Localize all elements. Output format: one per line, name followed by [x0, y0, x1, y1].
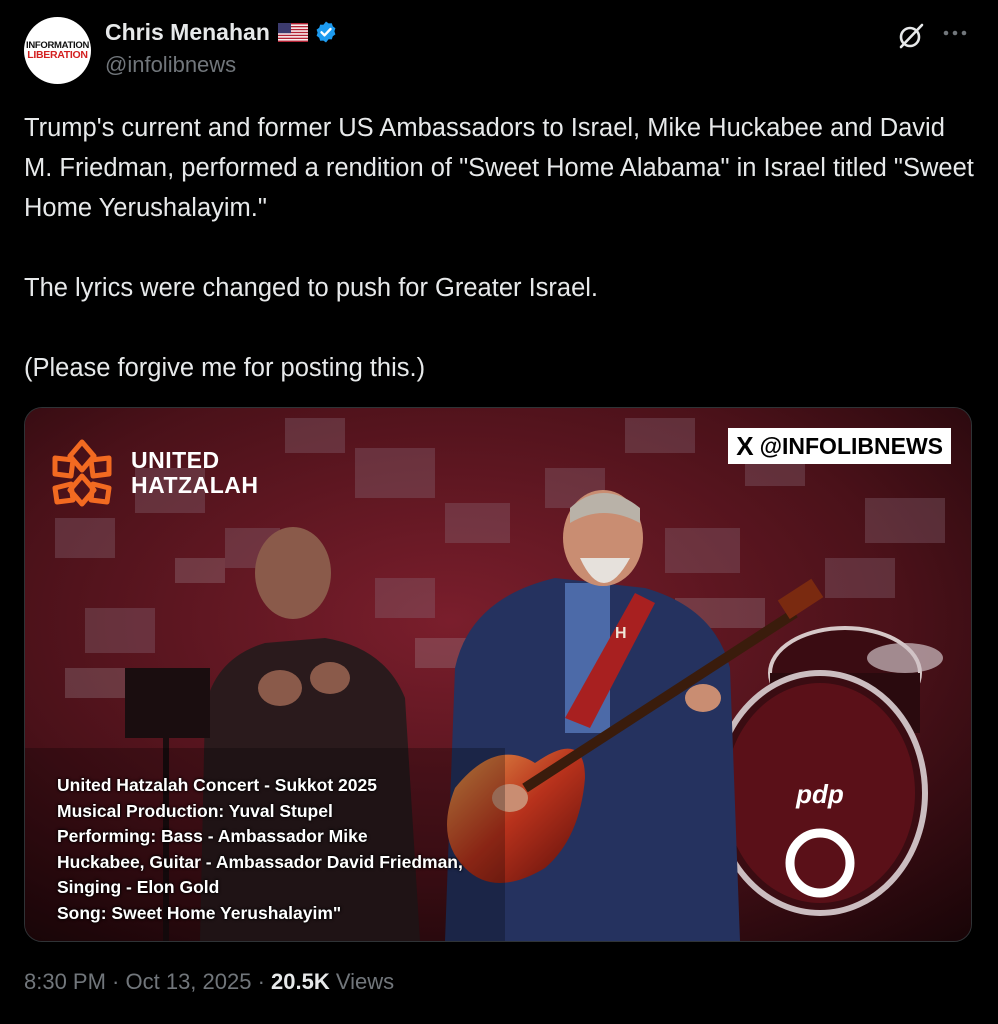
tweet-date[interactable]: Oct 13, 2025 — [126, 969, 252, 994]
views-count[interactable]: 20.5K — [271, 969, 330, 994]
brand-line-1: UNITED — [131, 447, 220, 473]
author-name-row: Chris Menahan — [105, 17, 338, 47]
meta-separator: · — [251, 969, 272, 994]
caption-line: United Hatzalah Concert - Sukkot 2025 — [57, 775, 377, 795]
caption-line: Musical Production: Yuval Stupel — [57, 800, 333, 821]
video-caption: United Hatzalah Concert - Sukkot 2025 Mu… — [57, 773, 463, 926]
guitar-strap-letter: H — [615, 625, 627, 642]
video-media[interactable]: pdp H UNITED HATZALAH X @INFOLIBNEWS Unit… — [24, 407, 972, 942]
caption-line: Huckabee, Guitar - Ambassador David Frie… — [57, 851, 463, 872]
grok-icon[interactable] — [897, 22, 925, 50]
video-watermark: X @INFOLIBNEWS — [728, 428, 951, 464]
more-icon[interactable] — [940, 22, 970, 44]
verified-badge-icon[interactable] — [314, 20, 338, 44]
star-of-life-icon — [52, 439, 112, 507]
views-label[interactable]: Views — [330, 969, 394, 994]
tweet-meta: 8:30 PM · Oct 13, 2025 · 20.5K Views — [24, 969, 394, 995]
author-handle[interactable]: @infolibnews — [105, 52, 236, 78]
author-avatar[interactable]: INFORMATION LIBERATION — [24, 17, 91, 84]
tweet-time[interactable]: 8:30 PM — [24, 969, 106, 994]
caption-line: Song: Sweet Home Yerushalayim" — [57, 902, 342, 923]
caption-line: Singing - Elon Gold — [57, 877, 220, 897]
caption-line: Performing: Bass - Ambassador Mike — [57, 826, 368, 846]
drum-brand-label: pdp — [795, 779, 844, 809]
tweet-text: Trump's current and former US Ambassador… — [24, 114, 974, 382]
meta-separator: · — [105, 969, 126, 994]
us-flag-icon — [277, 22, 308, 42]
author-display-name[interactable]: Chris Menahan — [105, 19, 270, 46]
x-logo-icon: X — [736, 430, 754, 461]
avatar-logo-line2: LIBERATION — [27, 49, 88, 61]
watermark-handle: @INFOLIBNEWS — [759, 432, 943, 459]
brand-line-2: HATZALAH — [131, 472, 259, 498]
united-hatzalah-logo: UNITED HATZALAH — [47, 438, 259, 508]
